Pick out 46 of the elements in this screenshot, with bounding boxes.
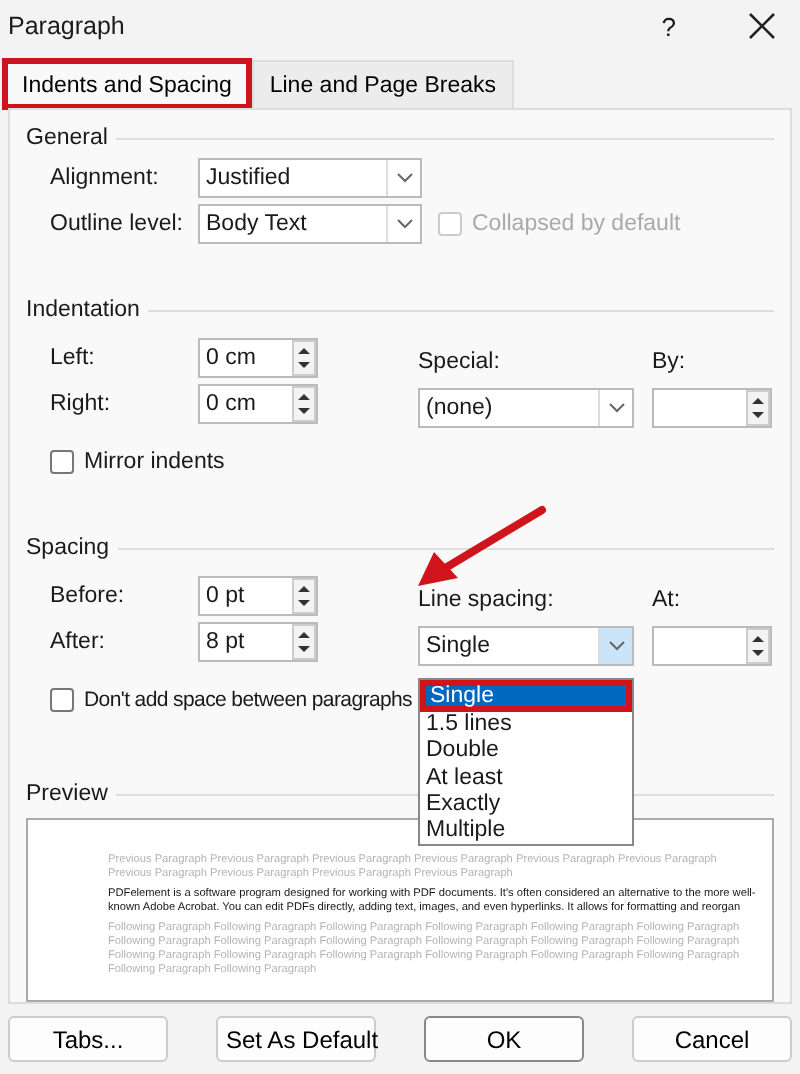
field-label: Line spacing: — [418, 587, 556, 611]
section-label: Preview — [26, 782, 108, 806]
chevron-down-icon — [607, 401, 625, 413]
dialog-button[interactable]: Cancel — [632, 1016, 792, 1062]
checkbox[interactable] — [50, 687, 74, 711]
dialog-button[interactable]: Set As Default — [216, 1016, 376, 1062]
field-label: By: — [652, 349, 686, 373]
field-label: At: — [652, 587, 681, 611]
left-indent-spinner[interactable]: 0 cm — [198, 337, 318, 377]
section-label: General — [26, 126, 108, 150]
chevron-down-icon — [395, 171, 413, 183]
checkbox-label: Collapsed by default — [472, 211, 681, 235]
help-button[interactable]: ? — [661, 11, 676, 41]
dialog-button[interactable]: Tabs... — [8, 1016, 168, 1062]
dropdown-option[interactable]: Single — [420, 680, 632, 712]
chevron-down-icon — [607, 639, 625, 651]
field-label: Right: — [48, 391, 113, 415]
field-label: After: — [48, 629, 107, 653]
checkbox-label: Mirror indents — [84, 449, 225, 473]
tab[interactable]: Line and Page Breaks — [251, 60, 515, 108]
tab[interactable]: Indents and Spacing — [4, 60, 250, 108]
checkbox[interactable] — [50, 449, 74, 473]
dropdown-option[interactable]: 1.5 lines — [420, 712, 632, 739]
outline-level-dropdown[interactable]: Body Text — [198, 203, 422, 243]
line-spacing-dropdown[interactable]: Single — [418, 625, 634, 665]
chevron-down-icon — [395, 217, 413, 229]
field-label: Alignment: — [48, 165, 161, 189]
before-spinner[interactable]: 0 pt — [198, 575, 318, 615]
field-label: Outline level: — [48, 211, 185, 235]
field-label: Special: — [418, 349, 502, 373]
after-spinner[interactable]: 8 pt — [198, 621, 318, 661]
field-label: Before: — [48, 583, 127, 607]
section-label: Indentation — [26, 298, 140, 322]
close-icon[interactable] — [748, 12, 776, 40]
dropdown-option[interactable]: Double — [420, 738, 632, 766]
dropdown-option[interactable]: Exactly — [420, 791, 632, 819]
right-indent-spinner[interactable]: 0 cm — [198, 383, 318, 423]
dropdown-option[interactable]: Multiple — [420, 818, 632, 845]
checkbox-label: Don't add space between paragraphs — [84, 687, 413, 711]
alignment-dropdown[interactable]: Justified — [198, 157, 422, 197]
dialog-button[interactable]: OK — [424, 1016, 584, 1062]
section-label: Spacing — [26, 536, 110, 560]
dropdown-option[interactable]: At least — [420, 765, 632, 792]
special-dropdown[interactable]: (none) — [418, 387, 634, 427]
field-label: Left: — [48, 345, 97, 369]
window-title: Paragraph — [8, 12, 127, 40]
